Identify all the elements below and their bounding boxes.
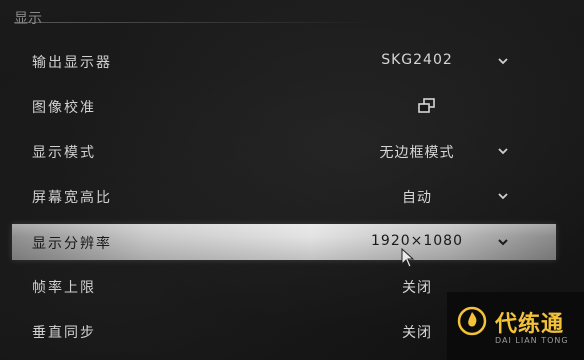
chevron-down-icon[interactable] xyxy=(496,144,510,158)
setting-value: 无边框模式 xyxy=(379,145,455,161)
watermark-subtitle: DAI LIAN TONG xyxy=(495,336,569,345)
setting-label: 图像校准 xyxy=(32,100,96,116)
section-title: 显示 xyxy=(14,11,42,27)
setting-label: 输出显示器 xyxy=(32,55,112,71)
setting-label: 帧率上限 xyxy=(32,280,96,296)
setting-label: 显示分辨率 xyxy=(32,236,112,252)
setting-label: 屏幕宽高比 xyxy=(32,190,112,206)
watermark: 代练通 DAI LIAN TONG xyxy=(447,292,584,360)
setting-label: 垂直同步 xyxy=(32,325,96,341)
chevron-down-icon[interactable] xyxy=(496,189,510,203)
mouse-cursor-icon xyxy=(401,248,415,268)
open-window-icon[interactable] xyxy=(418,98,436,114)
chevron-down-icon[interactable] xyxy=(496,235,510,249)
setting-row-image-calibration[interactable]: 图像校准 xyxy=(12,88,556,124)
setting-row-output-monitor[interactable]: 输出显示器 SKG2402 xyxy=(12,43,556,79)
setting-row-resolution[interactable]: 显示分辨率 1920×1080 xyxy=(12,224,556,260)
setting-row-aspect-ratio[interactable]: 屏幕宽高比 自动 xyxy=(12,178,556,214)
setting-value: SKG2402 xyxy=(381,52,453,68)
setting-label: 显示模式 xyxy=(32,145,96,161)
flame-icon xyxy=(457,306,487,336)
watermark-title: 代练通 xyxy=(495,312,565,337)
setting-value: 自动 xyxy=(402,190,432,206)
chevron-down-icon[interactable] xyxy=(496,54,510,68)
setting-row-display-mode[interactable]: 显示模式 无边框模式 xyxy=(12,133,556,169)
section-divider xyxy=(14,22,374,23)
setting-value: 1920×1080 xyxy=(371,233,463,249)
